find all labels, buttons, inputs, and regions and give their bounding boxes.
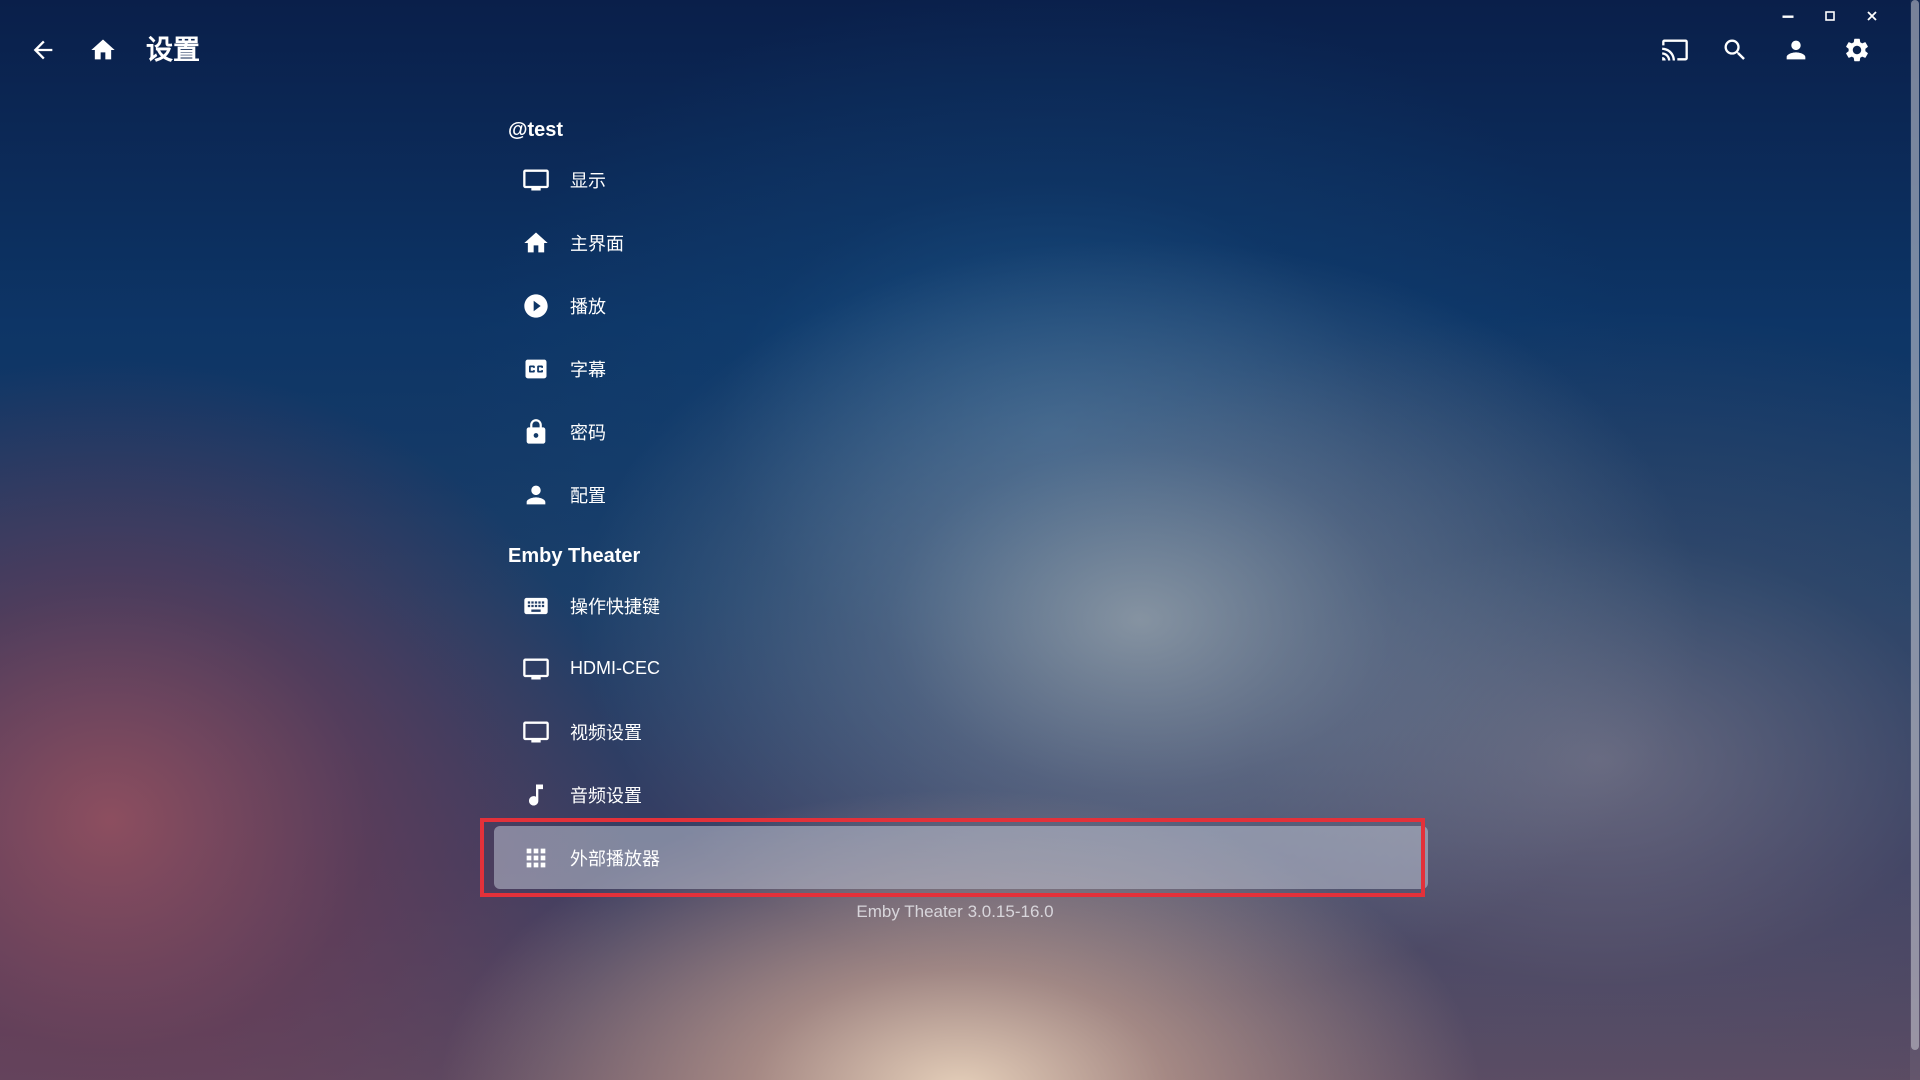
settings-item-external-player[interactable]: 外部播放器 bbox=[480, 818, 1428, 897]
app-version: Emby Theater 3.0.15-16.0 bbox=[856, 902, 1054, 921]
settings-item-label: 操作快捷键 bbox=[570, 596, 660, 617]
settings-item-label: 密码 bbox=[570, 422, 606, 443]
monitor-icon bbox=[520, 653, 552, 685]
settings-item-audio-settings[interactable]: 音频设置 bbox=[494, 763, 1428, 826]
scrollbar[interactable] bbox=[1910, 0, 1920, 1080]
search-icon bbox=[1724, 39, 1745, 60]
person-icon bbox=[520, 479, 552, 511]
settings-item-label: 主界面 bbox=[570, 233, 624, 254]
user-icon bbox=[1786, 40, 1806, 60]
back-button[interactable] bbox=[23, 30, 63, 70]
settings-item-label: 视频设置 bbox=[570, 722, 642, 743]
settings-item-keyboard-shortcuts[interactable]: 操作快捷键 bbox=[494, 574, 1428, 637]
settings-item-label: 播放 bbox=[570, 296, 606, 317]
arrow-left-icon bbox=[33, 40, 53, 60]
settings-item-label: 显示 bbox=[570, 170, 606, 191]
play-circle-icon bbox=[520, 290, 552, 322]
monitor-icon bbox=[520, 716, 552, 748]
user-button[interactable] bbox=[1776, 30, 1816, 70]
home-icon bbox=[91, 39, 115, 60]
section-title-app: Emby Theater bbox=[508, 545, 641, 567]
header: 设置 bbox=[0, 0, 1920, 100]
settings-item-label: 外部播放器 bbox=[570, 848, 660, 869]
home-icon bbox=[520, 227, 552, 259]
cast-button[interactable] bbox=[1655, 30, 1695, 70]
settings-item-display[interactable]: 显示 bbox=[494, 148, 1428, 211]
settings-button[interactable] bbox=[1837, 30, 1877, 70]
music-note-icon bbox=[520, 779, 552, 811]
scrollbar-thumb[interactable] bbox=[1911, 0, 1919, 1050]
home-button[interactable] bbox=[83, 30, 123, 70]
search-button[interactable] bbox=[1715, 30, 1755, 70]
settings-item-video-settings[interactable]: 视频设置 bbox=[494, 700, 1428, 763]
section-title-user: @test bbox=[508, 119, 564, 141]
settings-item-hdmi-cec[interactable]: HDMI-CEC bbox=[494, 637, 1428, 700]
cast-icon bbox=[1662, 39, 1688, 61]
settings-item-home-screen[interactable]: 主界面 bbox=[494, 211, 1428, 274]
monitor-icon bbox=[520, 164, 552, 196]
settings-item-label: HDMI-CEC bbox=[570, 658, 660, 678]
settings-item-label: 音频设置 bbox=[570, 785, 642, 806]
keyboard-icon bbox=[520, 590, 552, 622]
settings-item-playback[interactable]: 播放 bbox=[494, 274, 1428, 337]
gear-icon bbox=[1846, 38, 1868, 62]
settings-item-subtitles[interactable]: 字幕 bbox=[494, 337, 1428, 400]
closed-caption-icon bbox=[520, 353, 552, 385]
settings-list: @test 显示 主界面 播放 字幕 密码 配置 Emby Theater 操作… bbox=[480, 112, 1428, 921]
lock-icon bbox=[520, 416, 552, 448]
settings-item-label: 配置 bbox=[570, 485, 606, 506]
settings-item-label: 字幕 bbox=[570, 359, 606, 380]
settings-item-password[interactable]: 密码 bbox=[494, 400, 1428, 463]
grid-icon bbox=[520, 842, 552, 874]
settings-item-profile[interactable]: 配置 bbox=[494, 463, 1428, 526]
page-title: 设置 bbox=[146, 35, 200, 65]
